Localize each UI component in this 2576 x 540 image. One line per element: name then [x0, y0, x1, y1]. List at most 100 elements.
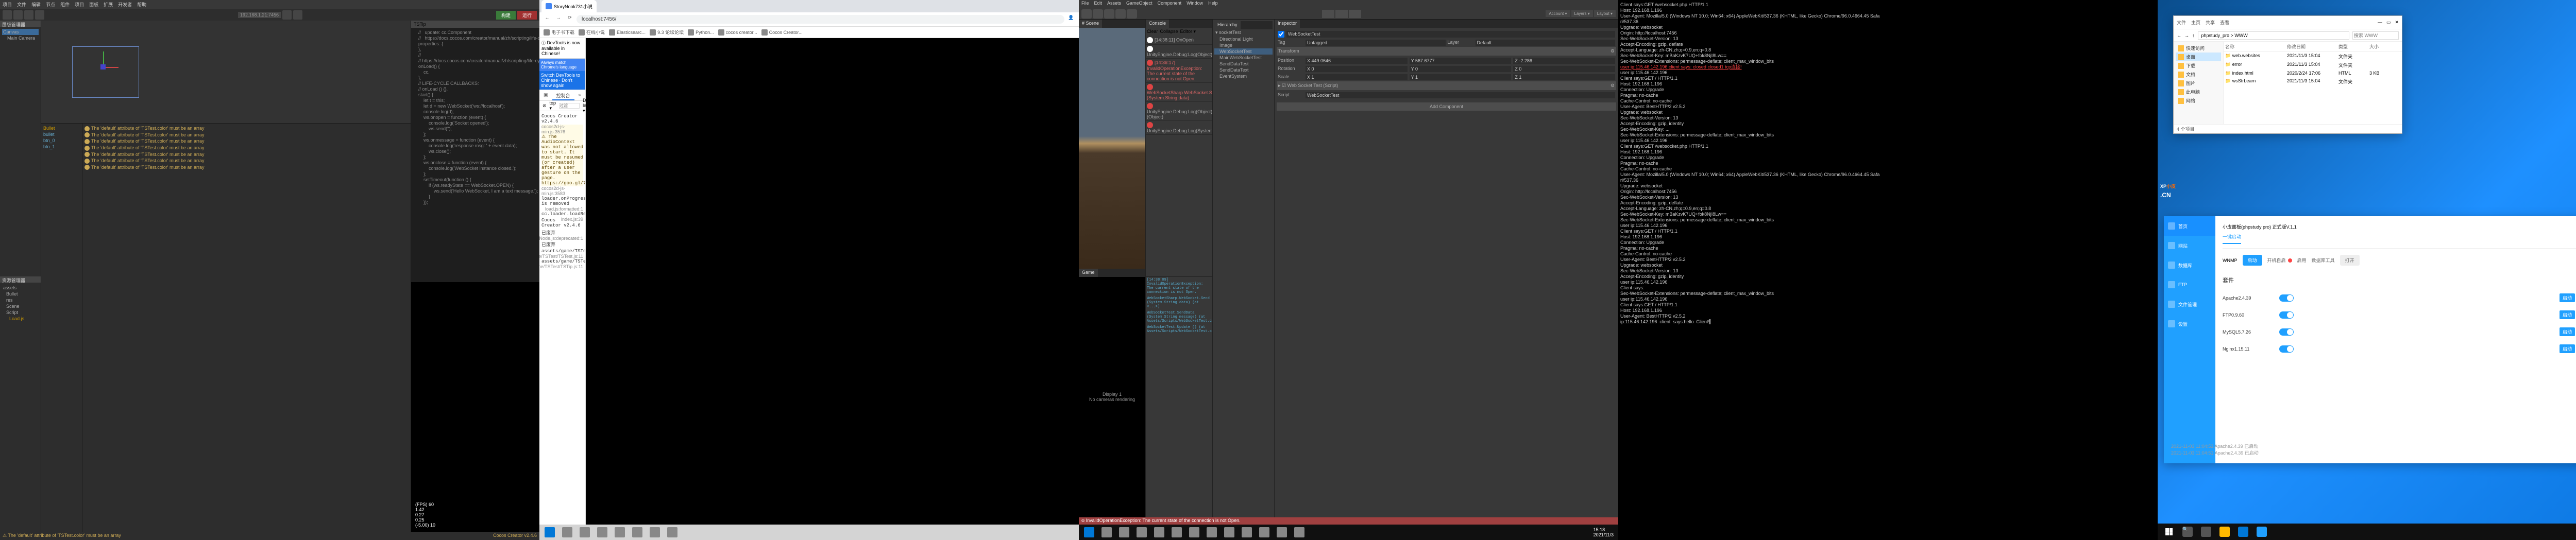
layers-dropdown[interactable]: Layers ▾	[1571, 10, 1593, 17]
console-warning[interactable]: The 'default' attribute of 'TSTest.color…	[84, 151, 409, 158]
code-line[interactable]: };	[413, 132, 537, 137]
menu-item[interactable]: 项目	[75, 1, 84, 8]
nav-pane[interactable]: 快速访问桌面下载文档图片此电脑网络	[2174, 42, 2224, 124]
game-tab[interactable]: Game	[1079, 269, 1098, 277]
code-line[interactable]: let d = new WebSocket('ws://localhost');	[413, 103, 537, 109]
console-panel[interactable]: The 'default' attribute of 'TSTest.color…	[82, 124, 411, 532]
asset-item[interactable]: Load.js	[2, 316, 39, 322]
ribbon-tab[interactable]: 文件	[2177, 19, 2186, 26]
menu-item[interactable]: File	[1081, 1, 1089, 8]
pos-z-input[interactable]: Z -2.286	[1513, 58, 1615, 64]
console-line[interactable]: 已废弃CCNode.js:deprecated:1	[541, 229, 583, 236]
taskbar-app[interactable]	[2252, 524, 2271, 540]
close-icon[interactable]: ✕	[2395, 20, 2399, 25]
menu-item[interactable]: Help	[1208, 1, 1218, 8]
nav-item[interactable]: 文档	[2176, 70, 2221, 79]
console-warning[interactable]: The 'default' attribute of 'TSTest.color…	[84, 145, 409, 151]
taskbar-app[interactable]	[1185, 525, 1203, 539]
assets-folder-list[interactable]: Bullet bullet btn_0 btn_1	[41, 124, 82, 532]
clear-console-icon[interactable]: ⊘	[543, 103, 547, 109]
bookmark-item[interactable]: Cocos Creator...	[761, 28, 803, 36]
ribbon-tab[interactable]: 查看	[2220, 19, 2229, 26]
code-line[interactable]: // LIFE-CYCLE CALLBACKS:	[413, 81, 537, 86]
hierarchy-tab[interactable]: Hierarchy	[1214, 21, 1241, 29]
code-tab[interactable]: TSTip	[411, 21, 539, 28]
asset-item[interactable]: Bullet	[2, 291, 39, 297]
code-line[interactable]: }	[413, 194, 537, 200]
code-line[interactable]: // https://docs.cocos.com/creator/manual…	[413, 36, 537, 41]
file-list[interactable]: 名称 修改日期 类型 大小 📁 web.websites2021/11/3 15…	[2224, 42, 2402, 124]
bookmark-item[interactable]: Python...	[688, 28, 714, 36]
taskbar-app[interactable]	[2215, 524, 2234, 540]
hierarchy-panel[interactable]: Hierarchy ▾ socketTest Directional Light…	[1213, 20, 1275, 517]
code-line[interactable]: start() {	[413, 92, 537, 98]
col-header[interactable]: 大小	[2369, 43, 2400, 50]
pos-x-input[interactable]: X 449.0646	[1306, 58, 1408, 64]
code-line[interactable]: ws.send('');	[413, 126, 537, 132]
code-line[interactable]: onLoad() {	[413, 64, 537, 69]
refresh-icon[interactable]	[293, 10, 302, 20]
active-checkbox[interactable]	[1278, 31, 1284, 38]
code-line[interactable]: console.log('response msg: ' + event.dat…	[413, 143, 537, 149]
step-icon[interactable]	[1349, 10, 1361, 18]
code-line[interactable]: };	[413, 171, 537, 177]
taskbar-app[interactable]	[646, 525, 664, 539]
file-item[interactable]: bullet	[43, 131, 80, 137]
toggle-switch[interactable]	[2279, 294, 2294, 302]
console-btn[interactable]: Collapse	[1160, 29, 1178, 35]
code-line[interactable]: cc.	[413, 69, 537, 75]
back-icon[interactable]: ←	[2177, 33, 2181, 38]
rect-tool-icon[interactable]	[35, 10, 44, 20]
taskbar-app[interactable]	[664, 525, 681, 539]
file-item[interactable]: btn_0	[43, 137, 80, 144]
hierarchy-node[interactable]: Canvas	[2, 29, 39, 35]
play-icon[interactable]	[1322, 10, 1334, 18]
console-entry[interactable]: [14:38:11] OnOpen	[1146, 36, 1212, 45]
code-line[interactable]: //	[413, 53, 537, 58]
menu-item[interactable]: Component	[1158, 1, 1182, 8]
menu-item[interactable]: Window	[1187, 1, 1203, 8]
inspect-icon[interactable]: ▣	[539, 90, 552, 100]
taskbar-app[interactable]	[1221, 525, 1238, 539]
scl-x-input[interactable]: X 1	[1306, 74, 1408, 80]
profile-icon[interactable]: 👤	[1066, 15, 1076, 24]
switch-banner[interactable]: Switch DevTools to Chinese · Don't show …	[539, 71, 585, 90]
origin-icon[interactable]	[100, 64, 106, 69]
code-editor[interactable]: // update: cc.Component // https://docs.…	[411, 28, 539, 282]
console-list[interactable]: [14:38:11] OnOpenUnityEngine.Debug:Log(O…	[1146, 36, 1212, 276]
add-component-button[interactable]: Add Component	[1277, 102, 1616, 111]
console-line[interactable]: assets/game/TSTest/TSTest.js:11assets/ga…	[541, 248, 583, 254]
file-row[interactable]: 📁 error2021/11/3 15:04文件夹	[2224, 61, 2402, 69]
taskbar-app[interactable]	[2234, 524, 2252, 540]
code-line[interactable]: console.log('WebSocket instance closed.'…	[413, 166, 537, 171]
rot-x-input[interactable]: X 0	[1306, 66, 1408, 72]
scl-y-input[interactable]: Y 1	[1410, 74, 1512, 80]
asset-item[interactable]: res	[2, 297, 39, 303]
pause-icon[interactable]	[1335, 10, 1348, 18]
browser-tab[interactable]: StoryNook731小说	[541, 0, 597, 12]
toggle-switch[interactable]	[2279, 311, 2294, 319]
gear-icon[interactable]: ⚙	[1611, 83, 1615, 89]
object-name-input[interactable]: WebSocketTest	[1286, 31, 1615, 38]
maximize-icon[interactable]: ▭	[2386, 20, 2391, 25]
taskbar-app[interactable]	[1133, 525, 1150, 539]
breadcrumb[interactable]: phpstudy_pro > WWW	[2198, 31, 2350, 40]
rotate-tool-icon[interactable]	[13, 10, 23, 20]
menu-item[interactable]: 编辑	[31, 1, 41, 8]
page-viewport[interactable]	[586, 38, 1079, 525]
devtools-tab[interactable]: 控制台	[552, 90, 574, 100]
file-row[interactable]: 📁 wsStrLearn2021/11/3 15:04文件夹	[2224, 77, 2402, 86]
taskview-icon[interactable]	[2197, 524, 2215, 540]
sidebar-item-settings[interactable]: 设置	[2164, 314, 2215, 334]
hierarchy-item[interactable]: Directional Light	[1214, 36, 1273, 42]
console-warning[interactable]: The 'default' attribute of 'TSTest.color…	[84, 125, 409, 132]
hierarchy-item[interactable]: WebSocketTest	[1214, 48, 1273, 55]
folder-item[interactable]: Bullet	[43, 125, 80, 131]
nav-item[interactable]: 网络	[2176, 96, 2221, 105]
menu-item[interactable]: GameObject	[1126, 1, 1153, 8]
move-tool-icon[interactable]	[1093, 9, 1103, 19]
ribbon-tab[interactable]: 主页	[2191, 19, 2200, 26]
menu-item[interactable]: Edit	[1094, 1, 1103, 8]
console-warning[interactable]: The 'default' attribute of 'TSTest.color…	[84, 164, 409, 171]
console-tab[interactable]: Console	[1146, 20, 1169, 28]
